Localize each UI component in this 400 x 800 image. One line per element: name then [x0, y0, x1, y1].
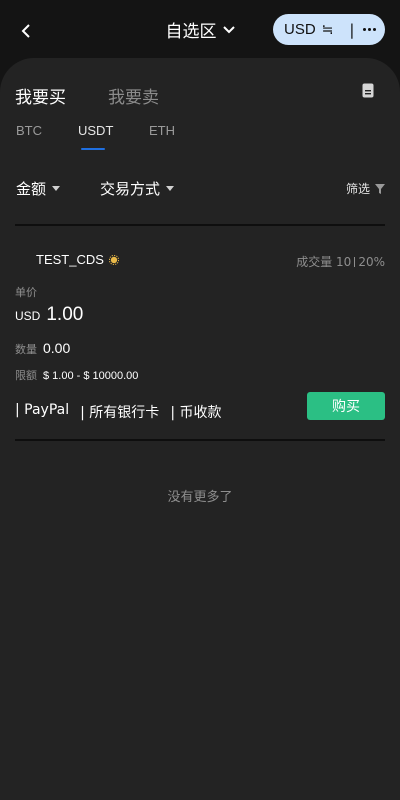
limit-value: $ 1.00 - $ 10000.00	[43, 370, 139, 382]
tab-btc[interactable]: BTC	[16, 123, 78, 138]
gold-badge-icon	[108, 254, 119, 265]
payment-method-filter[interactable]: 交易方式	[100, 178, 175, 199]
quantity-row: 数量 0.00	[15, 340, 70, 357]
currency-code: USD	[284, 21, 316, 38]
caret-down-icon	[52, 186, 61, 191]
price-currency: USD	[15, 309, 41, 323]
tab-eth[interactable]: ETH	[149, 123, 175, 138]
volume-value: 10	[336, 255, 352, 269]
more-dots-icon[interactable]	[363, 28, 376, 31]
main-panel: 我要买 我要卖 BTC USDT ETH 金额 交易方式 筛选 TEST_CDS…	[0, 58, 400, 800]
merchant-stats: 成交量 10 20%	[296, 253, 385, 270]
stats-separator	[354, 257, 356, 267]
limit-row: 限额 $ 1.00 - $ 10000.00	[15, 367, 138, 383]
tab-usdt-label: USDT	[78, 123, 114, 138]
payment-method-filter-label: 交易方式	[100, 180, 161, 198]
completion-rate: 20%	[358, 255, 385, 269]
payment-method-paypal: | PayPal	[15, 402, 70, 418]
buy-button[interactable]: 购买	[307, 392, 385, 420]
currency-approx-icon: ≒	[321, 21, 334, 38]
divider	[15, 439, 385, 441]
payment-method-crypto: | 币收款	[170, 405, 222, 421]
price-value: 1.00	[46, 304, 84, 325]
volume-label: 成交量	[296, 255, 333, 269]
end-of-list-text: 没有更多了	[167, 490, 233, 505]
merchant-name: TEST_CDS	[36, 252, 104, 267]
amount-filter-label: 金额	[16, 180, 47, 198]
amount-filter[interactable]: 金额	[16, 178, 100, 199]
active-tab-indicator	[81, 148, 105, 150]
payment-method-bank-card: | 所有银行卡	[80, 405, 160, 421]
document-icon[interactable]	[362, 83, 374, 102]
page-title: 自选区	[165, 22, 217, 42]
price-row: USD 1.00	[15, 304, 83, 326]
divider	[15, 224, 385, 226]
merchant[interactable]: TEST_CDS	[36, 252, 119, 267]
limit-label: 限额	[15, 369, 37, 382]
tab-buy[interactable]: 我要买	[15, 83, 66, 108]
chevron-down-icon	[222, 25, 235, 33]
top-bar: 自选区 USD ≒ |	[0, 0, 400, 60]
coin-tabs: BTC USDT ETH	[16, 123, 175, 150]
funnel-icon	[375, 183, 385, 194]
trade-tabs: 我要买 我要卖	[15, 83, 159, 108]
payment-methods: | PayPal | 所有银行卡 | 币收款	[15, 402, 221, 422]
currency-pill[interactable]: USD ≒ |	[273, 14, 385, 45]
screen-filter[interactable]: 筛选	[346, 180, 385, 197]
tab-sell[interactable]: 我要卖	[108, 83, 159, 108]
quantity-value: 0.00	[43, 340, 71, 356]
filter-bar: 金额 交易方式	[16, 178, 175, 199]
screen-filter-label: 筛选	[345, 182, 370, 196]
tab-usdt[interactable]: USDT	[78, 123, 149, 150]
quantity-label: 数量	[15, 343, 37, 356]
pill-separator: |	[349, 20, 355, 39]
caret-down-icon	[166, 186, 175, 191]
price-label: 单价	[15, 286, 37, 299]
